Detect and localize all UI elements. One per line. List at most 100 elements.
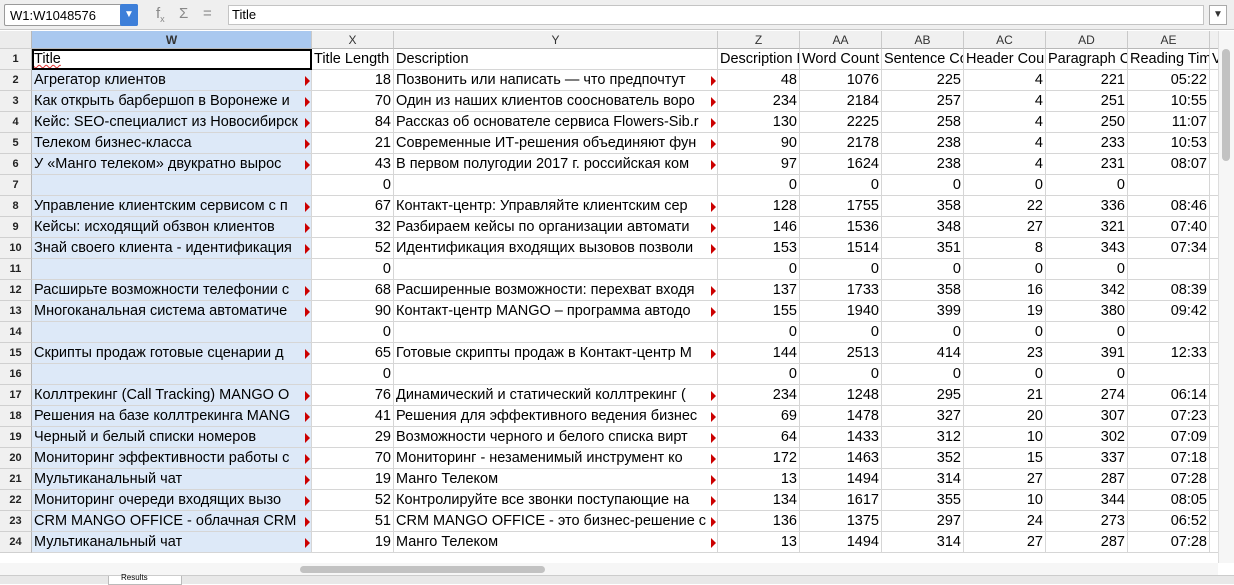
value-cell[interactable]: 399 xyxy=(882,301,964,322)
column-header-x[interactable]: X xyxy=(312,31,394,49)
value-cell[interactable]: 351 xyxy=(882,238,964,259)
value-cell[interactable]: 0 xyxy=(882,259,964,280)
horizontal-scrollbar[interactable] xyxy=(0,563,1218,575)
horizontal-scroll-thumb[interactable] xyxy=(300,566,545,573)
column-title-cell[interactable]: Reading Time xyxy=(1128,49,1210,70)
value-cell[interactable]: 2513 xyxy=(800,343,882,364)
value-cell[interactable]: 0 xyxy=(800,322,882,343)
cell[interactable] xyxy=(1210,490,1218,511)
value-cell[interactable]: 343 xyxy=(1046,238,1128,259)
value-cell[interactable]: 238 xyxy=(882,154,964,175)
value-cell[interactable]: 07:09 xyxy=(1128,427,1210,448)
row-header-21[interactable]: 21 xyxy=(0,469,32,490)
value-cell[interactable]: 0 xyxy=(718,322,800,343)
value-cell[interactable]: 0 xyxy=(882,364,964,385)
value-cell[interactable]: 258 xyxy=(882,112,964,133)
description-cell[interactable]: Манго Телеком xyxy=(394,469,718,490)
fx-icon[interactable]: fx xyxy=(156,5,165,24)
title-cell[interactable]: Как открыть барбершоп в Воронеже и xyxy=(32,91,312,112)
value-cell[interactable]: 251 xyxy=(1046,91,1128,112)
row-header-8[interactable]: 8 xyxy=(0,196,32,217)
cell[interactable] xyxy=(1210,217,1218,238)
value-cell[interactable]: 358 xyxy=(882,280,964,301)
title-cell[interactable] xyxy=(32,322,312,343)
value-cell[interactable]: 52 xyxy=(312,238,394,259)
value-cell[interactable]: 0 xyxy=(964,175,1046,196)
value-cell[interactable]: 234 xyxy=(718,91,800,112)
value-cell[interactable] xyxy=(1128,259,1210,280)
title-cell[interactable]: Черный и белый списки номеров xyxy=(32,427,312,448)
title-cell[interactable]: Расширьте возможности телефонии с xyxy=(32,280,312,301)
value-cell[interactable]: 0 xyxy=(882,175,964,196)
value-cell[interactable]: 07:18 xyxy=(1128,448,1210,469)
value-cell[interactable]: 1617 xyxy=(800,490,882,511)
column-header-ac[interactable]: AC xyxy=(964,31,1046,49)
value-cell[interactable]: 27 xyxy=(964,469,1046,490)
value-cell[interactable]: 344 xyxy=(1046,490,1128,511)
row-header-17[interactable]: 17 xyxy=(0,385,32,406)
value-cell[interactable]: 08:39 xyxy=(1128,280,1210,301)
column-header-aa[interactable]: AA xyxy=(800,31,882,49)
title-cell[interactable]: Мониторинг очереди входящих вызо xyxy=(32,490,312,511)
value-cell[interactable]: 07:28 xyxy=(1128,532,1210,553)
row-header-15[interactable]: 15 xyxy=(0,343,32,364)
value-cell[interactable]: 4 xyxy=(964,154,1046,175)
value-cell[interactable]: 0 xyxy=(964,322,1046,343)
value-cell[interactable]: 90 xyxy=(312,301,394,322)
description-cell[interactable]: Контролируйте все звонки поступающие на xyxy=(394,490,718,511)
value-cell[interactable] xyxy=(1128,364,1210,385)
column-title-cell[interactable]: Sentence Count xyxy=(882,49,964,70)
vertical-scrollbar[interactable] xyxy=(1218,31,1234,563)
value-cell[interactable]: 1433 xyxy=(800,427,882,448)
column-header-w[interactable]: W xyxy=(32,31,312,49)
description-cell[interactable]: Позвонить или написать — что предпочтут xyxy=(394,70,718,91)
description-cell[interactable]: Контакт-центр MANGO – программа автодо xyxy=(394,301,718,322)
value-cell[interactable]: 16 xyxy=(964,280,1046,301)
value-cell[interactable]: 67 xyxy=(312,196,394,217)
value-cell[interactable]: 10 xyxy=(964,490,1046,511)
column-header-z[interactable]: Z xyxy=(718,31,800,49)
value-cell[interactable]: 27 xyxy=(964,217,1046,238)
equals-icon[interactable]: = xyxy=(203,5,212,22)
value-cell[interactable]: 155 xyxy=(718,301,800,322)
value-cell[interactable]: 10 xyxy=(964,427,1046,448)
title-cell[interactable] xyxy=(32,364,312,385)
value-cell[interactable]: 0 xyxy=(1046,175,1128,196)
value-cell[interactable]: 336 xyxy=(1046,196,1128,217)
value-cell[interactable]: 06:14 xyxy=(1128,385,1210,406)
description-cell[interactable]: Готовые скрипты продаж в Контакт-центр M xyxy=(394,343,718,364)
value-cell[interactable]: 13 xyxy=(718,469,800,490)
description-cell[interactable]: Современные ИТ-решения объединяют фун xyxy=(394,133,718,154)
value-cell[interactable]: 08:07 xyxy=(1128,154,1210,175)
row-header-18[interactable]: 18 xyxy=(0,406,32,427)
value-cell[interactable]: 314 xyxy=(882,469,964,490)
value-cell[interactable]: 287 xyxy=(1046,469,1128,490)
value-cell[interactable]: 90 xyxy=(718,133,800,154)
column-title-cell[interactable]: Description Length xyxy=(718,49,800,70)
value-cell[interactable]: 13 xyxy=(718,532,800,553)
value-cell[interactable]: 48 xyxy=(718,70,800,91)
value-cell[interactable]: 07:28 xyxy=(1128,469,1210,490)
value-cell[interactable]: 09:42 xyxy=(1128,301,1210,322)
value-cell[interactable]: 342 xyxy=(1046,280,1128,301)
cell[interactable] xyxy=(1210,532,1218,553)
cell[interactable] xyxy=(1210,133,1218,154)
description-cell[interactable]: Контакт-центр: Управляйте клиентским сер xyxy=(394,196,718,217)
value-cell[interactable]: 128 xyxy=(718,196,800,217)
value-cell[interactable] xyxy=(1128,175,1210,196)
title-cell[interactable]: Мультиканальный чат xyxy=(32,532,312,553)
description-cell[interactable]: CRM MANGO OFFICE - это бизнес-решение с xyxy=(394,511,718,532)
value-cell[interactable]: 1478 xyxy=(800,406,882,427)
value-cell[interactable]: 153 xyxy=(718,238,800,259)
cell[interactable] xyxy=(1210,175,1218,196)
description-cell[interactable]: Динамический и статический коллтрекинг ( xyxy=(394,385,718,406)
value-cell[interactable]: 52 xyxy=(312,490,394,511)
vertical-scroll-thumb[interactable] xyxy=(1222,49,1230,161)
value-cell[interactable]: 1494 xyxy=(800,532,882,553)
cell[interactable] xyxy=(1210,154,1218,175)
cell[interactable] xyxy=(1210,448,1218,469)
value-cell[interactable]: 18 xyxy=(312,70,394,91)
row-header-9[interactable]: 9 xyxy=(0,217,32,238)
title-cell[interactable]: Знай своего клиента - идентификация xyxy=(32,238,312,259)
value-cell[interactable]: 19 xyxy=(312,469,394,490)
